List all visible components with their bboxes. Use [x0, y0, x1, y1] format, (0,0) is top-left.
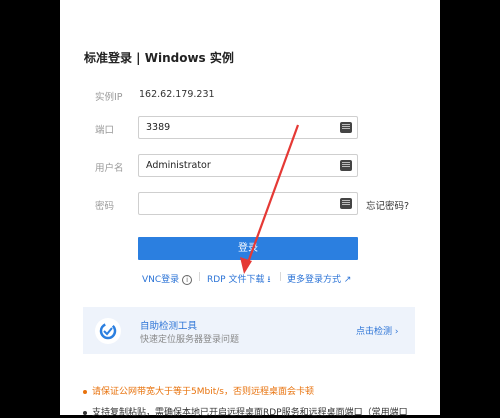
annotation-arrow	[240, 124, 300, 274]
annotation-arrow-line	[244, 124, 300, 269]
